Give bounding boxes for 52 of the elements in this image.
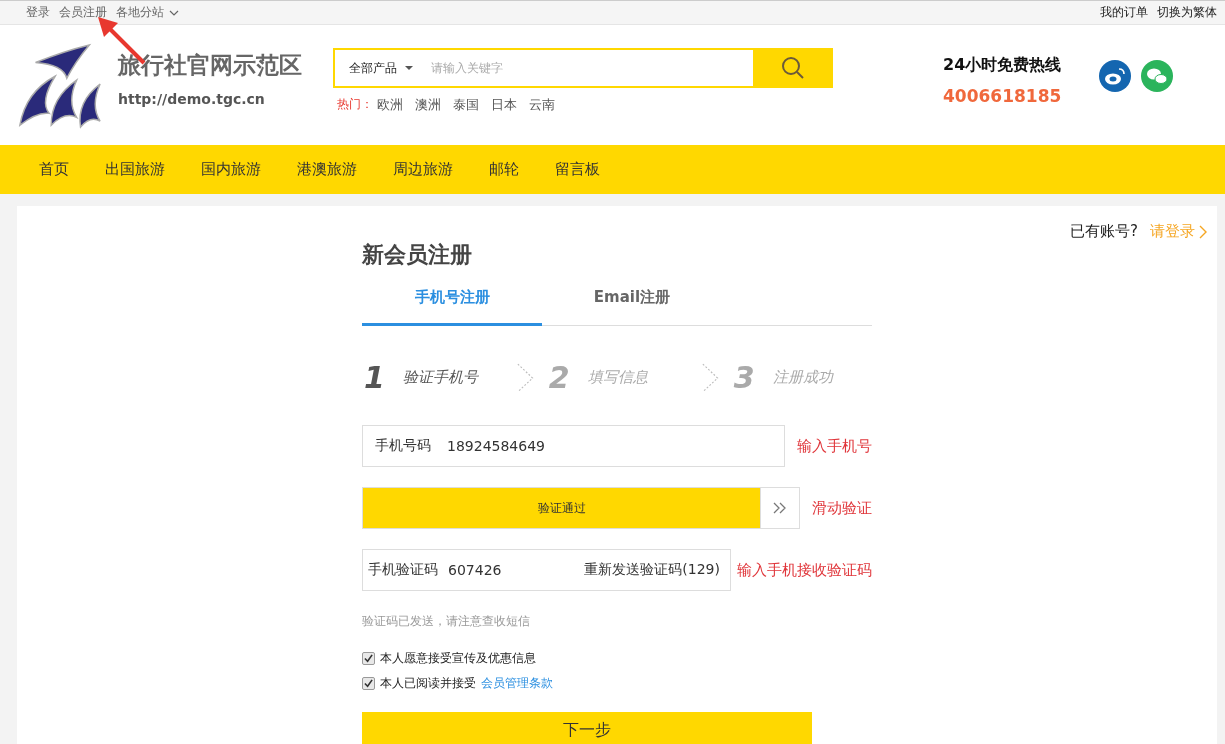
slider-label: 验证通过 (537, 499, 586, 517)
annotation-note: 输入手机号 (797, 436, 872, 456)
nav-item[interactable]: 国内旅游 (201, 160, 261, 179)
top-link[interactable]: 会员注册 (59, 4, 107, 21)
hot-link[interactable]: 日本 (491, 96, 517, 114)
hot-link[interactable]: 澳洲 (415, 96, 441, 114)
search-icon (781, 56, 805, 80)
checkbox-label: 本人愿意接受宣传及优惠信息 (380, 650, 536, 667)
checkbox[interactable] (362, 677, 375, 690)
next-button[interactable]: 下一步 (362, 712, 812, 744)
search-button[interactable] (753, 48, 833, 88)
phone-field[interactable]: 手机号码 18924584649 (362, 425, 785, 467)
annotation-note: 输入手机接收验证码 (737, 560, 872, 580)
tab[interactable]: Email注册 (542, 288, 722, 326)
hot-link[interactable]: 云南 (529, 96, 555, 114)
nav-item[interactable]: 首页 (39, 160, 69, 179)
double-chevron-icon (773, 502, 787, 514)
checkbox[interactable] (362, 652, 375, 665)
hot-link[interactable]: 欧洲 (377, 96, 403, 114)
hint-text: 验证码已发送，请注意查收短信 (362, 613, 531, 630)
nav-item[interactable]: 留言板 (555, 160, 600, 179)
chevron-down-icon[interactable] (169, 9, 179, 16)
code-field[interactable]: 手机验证码 607426 重新发送验证码(129) (362, 549, 731, 591)
wechat-icon[interactable] (1141, 60, 1173, 92)
top-link[interactable]: 切换为繁体 (1157, 4, 1217, 21)
hot-link[interactable]: 泰国 (453, 96, 479, 114)
hotline-label: 24小时免费热线 (943, 54, 1063, 76)
slider-handle[interactable] (760, 487, 800, 529)
terms-link[interactable]: 会员管理条款 (481, 675, 553, 692)
site-url: http://demo.tgc.cn (118, 90, 266, 107)
annotation-note: 滑动验证 (812, 498, 872, 518)
nav-item[interactable]: 周边旅游 (393, 160, 453, 179)
nav-item[interactable]: 港澳旅游 (297, 160, 357, 179)
site-name: 旅行社官网示范区 (118, 50, 303, 80)
step-indicator: 1 验证手机号 (364, 360, 480, 395)
category-dropdown[interactable]: 全部产品 (333, 48, 429, 88)
hotline-number: 4006618185 (943, 85, 1063, 106)
hot-label: 热门： (337, 96, 373, 113)
chevron-right-icon (1199, 224, 1207, 239)
form-title: 新会员注册 (362, 241, 473, 269)
search-field[interactable]: 请输入关键字 (429, 48, 753, 88)
login-prompt: 已有账号? (1070, 222, 1138, 241)
top-link[interactable]: 我的订单 (1100, 4, 1148, 21)
nav-item[interactable]: 出国旅游 (105, 160, 165, 179)
step-indicator: 2 填写信息 (548, 360, 649, 395)
top-link[interactable]: 各地分站 (116, 4, 164, 21)
resend-link[interactable]: 重新发送验证码(129) (584, 561, 720, 579)
checkbox-label: 本人已阅读并接受 (380, 675, 476, 692)
nav-item[interactable]: 邮轮 (489, 160, 519, 179)
weibo-icon[interactable] (1099, 60, 1131, 92)
top-link[interactable]: 登录 (26, 4, 50, 21)
step-indicator: 3 注册成功 (733, 360, 835, 395)
